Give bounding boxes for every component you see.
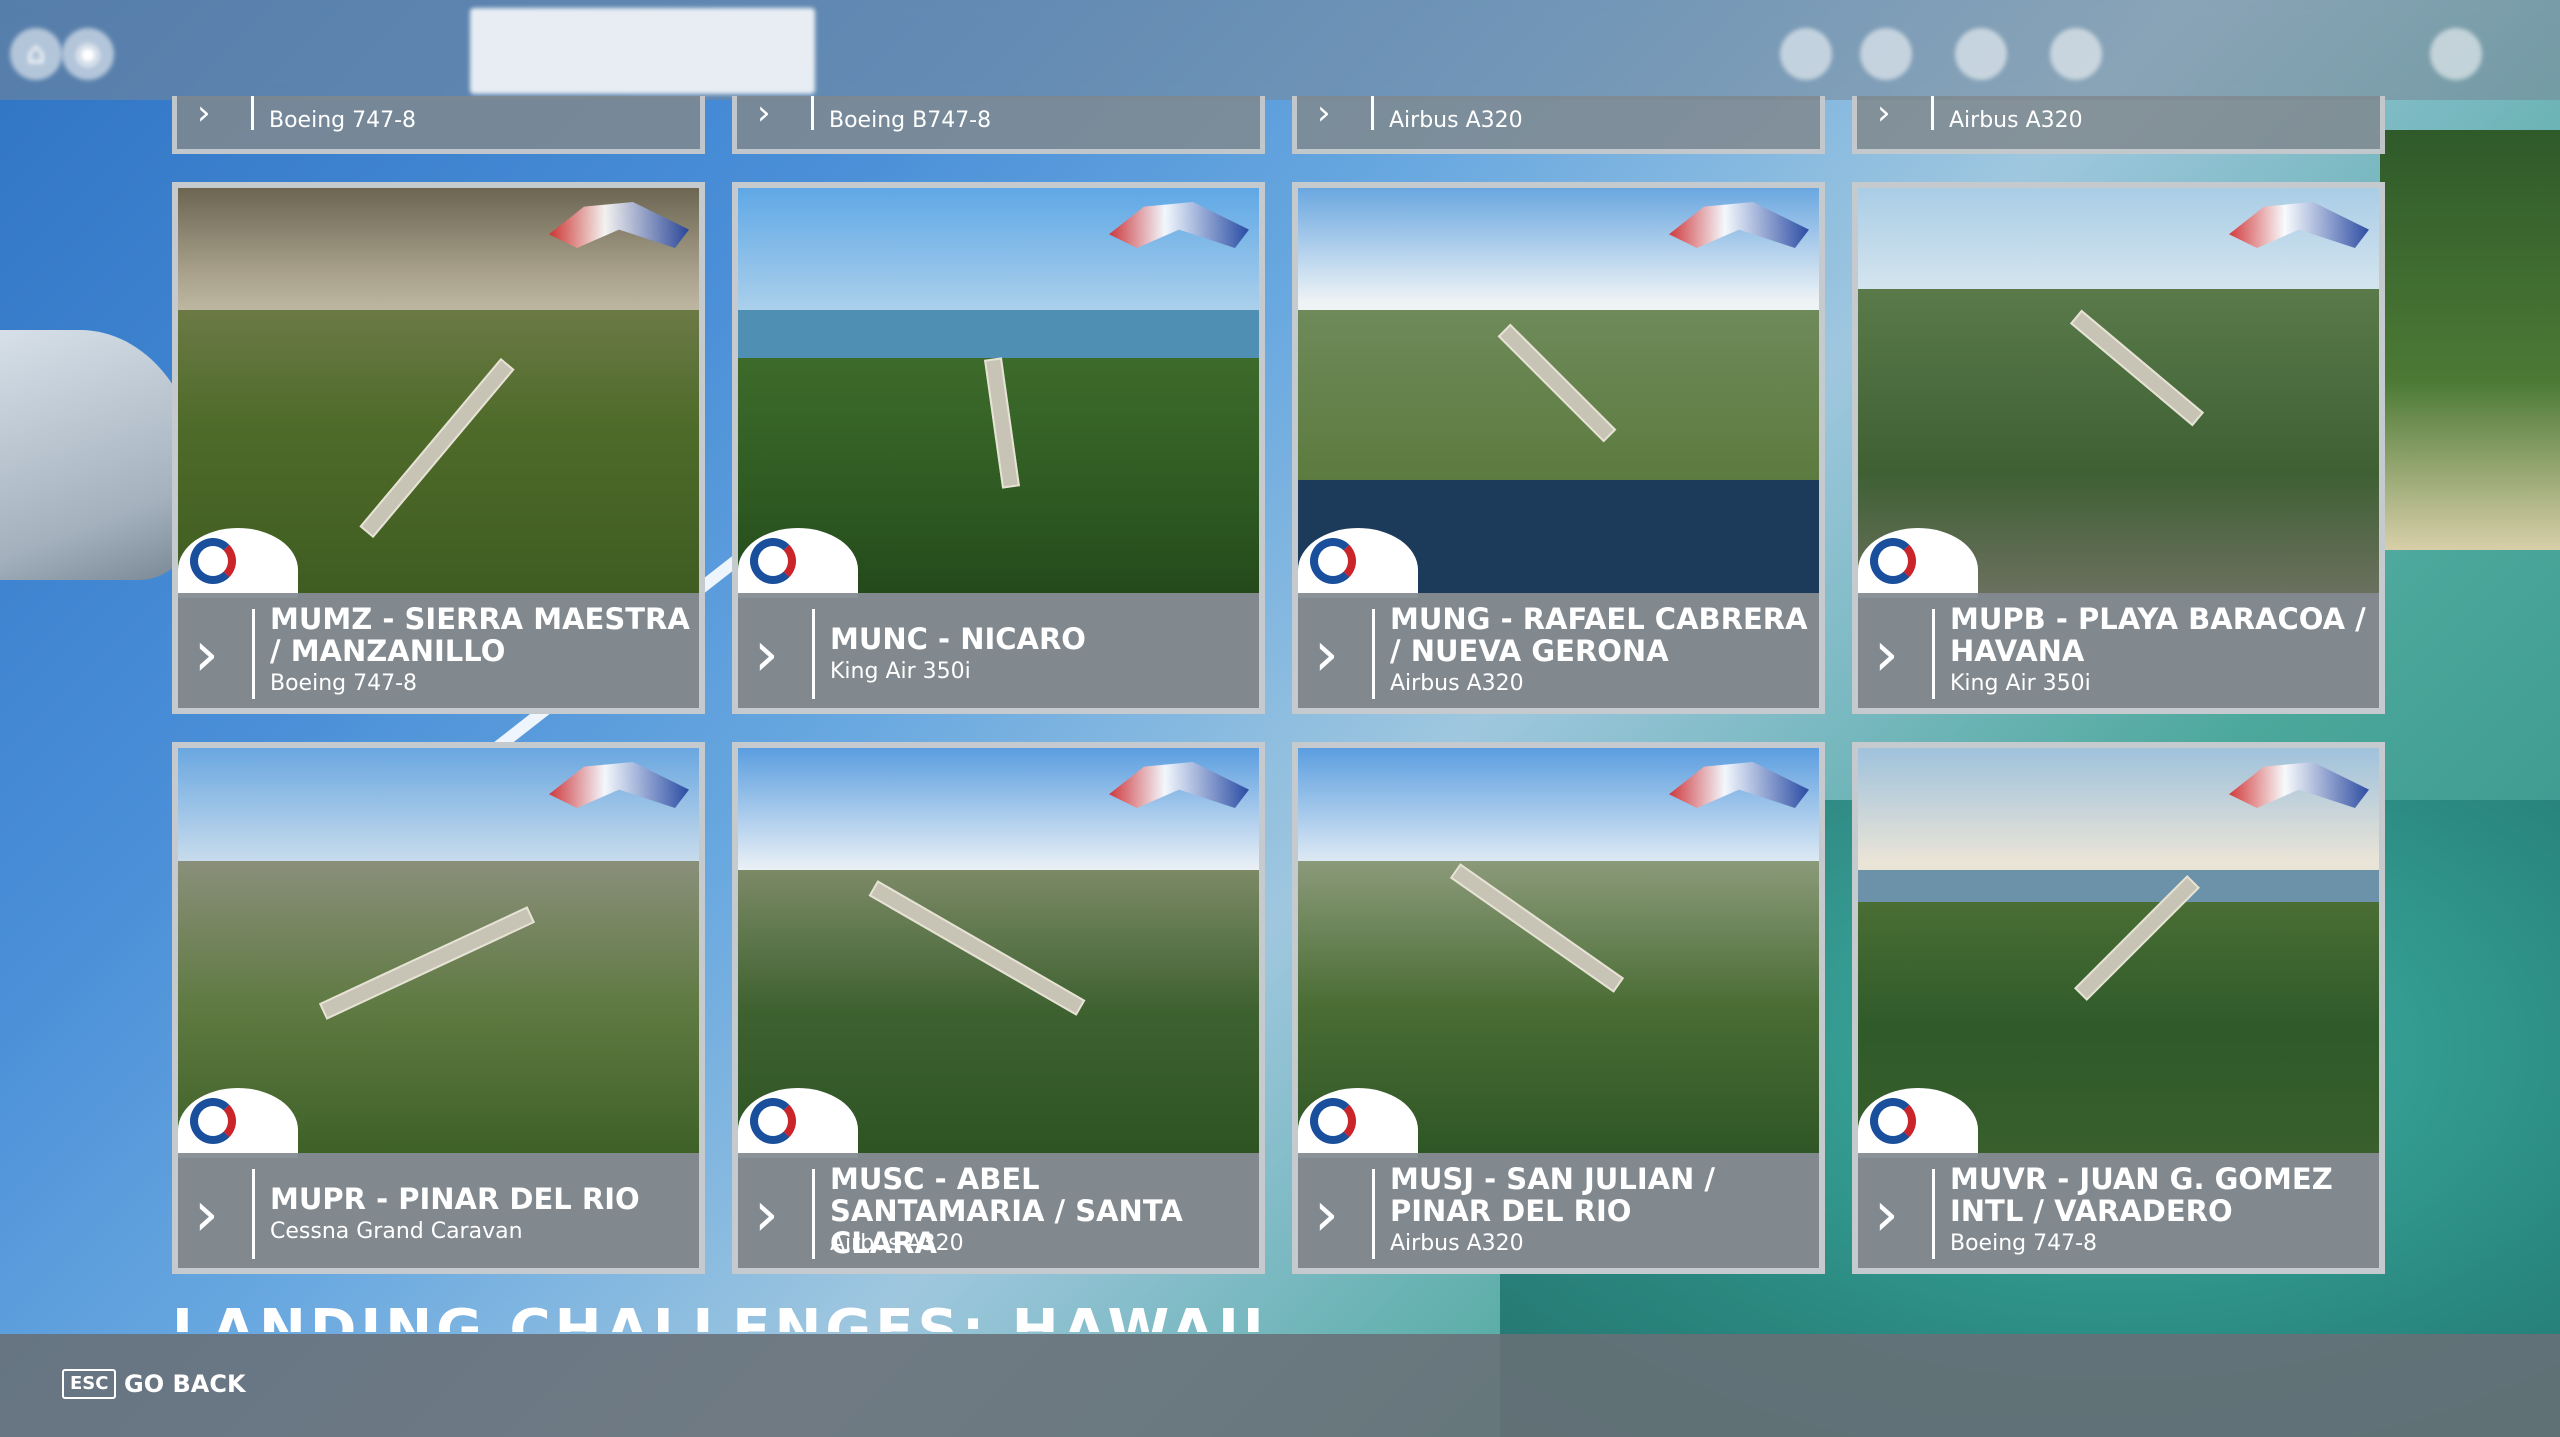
home-icon[interactable]: ⌂: [10, 28, 62, 80]
go-back-button[interactable]: GO BACK: [124, 1368, 246, 1400]
chevron-right-icon: ›: [1314, 1177, 1339, 1250]
card-aircraft: Airbus A320: [1390, 671, 1524, 696]
card-title: MUMZ - SIERRA MAESTRA / MANZANILLO: [270, 602, 690, 668]
challenge-card-partial[interactable]: › Boeing 747-8: [172, 96, 705, 154]
chevron-right-icon: ›: [194, 617, 219, 690]
chevron-right-icon: ›: [1314, 617, 1339, 690]
bottom-bar: ESC GO BACK: [0, 1334, 2560, 1437]
divider: [1931, 96, 1934, 130]
card-aircraft: Airbus A320: [1390, 1231, 1524, 1256]
card-title: MUNG - RAFAEL CABRERA / NUEVA GERONA: [1390, 602, 1808, 668]
card-info: › MUSC - ABEL SANTAMARIA / SANTA CLARA A…: [738, 1153, 1259, 1268]
card-aircraft: King Air 350i: [1950, 671, 2091, 696]
card-aircraft: Boeing 747-8: [1950, 1231, 2098, 1256]
chevron-right-icon: ›: [1874, 1177, 1899, 1250]
card-title: MUNC - NICARO: [830, 622, 1086, 656]
card-aircraft: Boeing 747-8: [270, 671, 418, 696]
challenge-card-partial[interactable]: › Airbus A320: [1852, 96, 2385, 154]
divider: [812, 609, 815, 699]
globe-icon[interactable]: ◉: [62, 28, 114, 80]
card-info: › MUMZ - SIERRA MAESTRA / MANZANILLO Boe…: [178, 593, 699, 708]
card-aircraft: Airbus A320: [1949, 108, 2083, 133]
challenge-card-mung[interactable]: › MUNG - RAFAEL CABRERA / NUEVA GERONA A…: [1292, 182, 1825, 714]
chevron-right-icon: ›: [1877, 93, 1891, 133]
card-info: › MUSJ - SAN JULIAN / PINAR DEL RIO Airb…: [1298, 1153, 1819, 1268]
chevron-right-icon: ›: [757, 93, 771, 133]
card-info: › MUPB - PLAYA BARACOA / HAVANA King Air…: [1858, 593, 2379, 708]
card-aircraft: Airbus A320: [1389, 108, 1523, 133]
divider: [812, 1169, 815, 1259]
card-info: › MUNC - NICARO King Air 350i: [738, 593, 1259, 708]
card-info: › MUPR - PINAR DEL RIO Cessna Grand Cara…: [178, 1153, 699, 1268]
settings-icon[interactable]: [1860, 28, 1912, 80]
card-aircraft: King Air 350i: [830, 659, 971, 684]
divider: [1371, 96, 1374, 130]
divider: [252, 609, 255, 699]
section-heading: LANDING CHALLENGES: HAWAII: [172, 1298, 1268, 1332]
card-title: MUPR - PINAR DEL RIO: [270, 1182, 640, 1216]
challenge-card-munc[interactable]: › MUNC - NICARO King Air 350i: [732, 182, 1265, 714]
chevron-right-icon: ›: [194, 1177, 219, 1250]
challenge-card-mumz[interactable]: › MUMZ - SIERRA MAESTRA / MANZANILLO Boe…: [172, 182, 705, 714]
search-field[interactable]: [470, 8, 815, 94]
card-aircraft: Boeing 747-8: [269, 108, 417, 133]
profile-status-icon[interactable]: [2050, 28, 2102, 80]
chevron-right-icon: ›: [754, 617, 779, 690]
background-island: [2380, 130, 2560, 550]
challenge-card-musc[interactable]: › MUSC - ABEL SANTAMARIA / SANTA CLARA A…: [732, 742, 1265, 1274]
card-title: MUVR - JUAN G. GOMEZ INTL / VARADERO: [1950, 1162, 2333, 1228]
chevron-right-icon: ›: [1317, 93, 1331, 133]
divider: [1372, 1169, 1375, 1259]
challenge-card-muvr[interactable]: › MUVR - JUAN G. GOMEZ INTL / VARADERO B…: [1852, 742, 2385, 1274]
card-aircraft: Boeing B747-8: [829, 108, 992, 133]
divider: [811, 96, 814, 130]
divider: [1932, 609, 1935, 699]
challenge-card-partial[interactable]: › Boeing B747-8: [732, 96, 1265, 154]
friends-icon[interactable]: [1955, 28, 2007, 80]
background-aircraft: [0, 330, 200, 580]
challenge-card-mupb[interactable]: › MUPB - PLAYA BARACOA / HAVANA King Air…: [1852, 182, 2385, 714]
avatar[interactable]: [2430, 28, 2482, 80]
notification-icon[interactable]: [1780, 28, 1832, 80]
chevron-right-icon: ›: [197, 93, 211, 133]
divider: [1932, 1169, 1935, 1259]
divider: [251, 96, 254, 130]
card-info: › MUNG - RAFAEL CABRERA / NUEVA GERONA A…: [1298, 593, 1819, 708]
card-title: MUSJ - SAN JULIAN / PINAR DEL RIO: [1390, 1162, 1716, 1228]
top-navigation-bar: ⌂ ◉: [0, 0, 2560, 100]
challenge-card-musj[interactable]: › MUSJ - SAN JULIAN / PINAR DEL RIO Airb…: [1292, 742, 1825, 1274]
card-info: › MUVR - JUAN G. GOMEZ INTL / VARADERO B…: [1858, 1153, 2379, 1268]
challenge-card-mupr[interactable]: › MUPR - PINAR DEL RIO Cessna Grand Cara…: [172, 742, 705, 1274]
divider: [252, 1169, 255, 1259]
chevron-right-icon: ›: [754, 1177, 779, 1250]
esc-key-icon[interactable]: ESC: [62, 1369, 117, 1399]
chevron-right-icon: ›: [1874, 617, 1899, 690]
challenge-card-partial[interactable]: › Airbus A320: [1292, 96, 1825, 154]
card-aircraft: Airbus A320: [830, 1231, 964, 1256]
divider: [1372, 609, 1375, 699]
card-title: MUPB - PLAYA BARACOA / HAVANA: [1950, 602, 2366, 668]
card-aircraft: Cessna Grand Caravan: [270, 1219, 523, 1244]
